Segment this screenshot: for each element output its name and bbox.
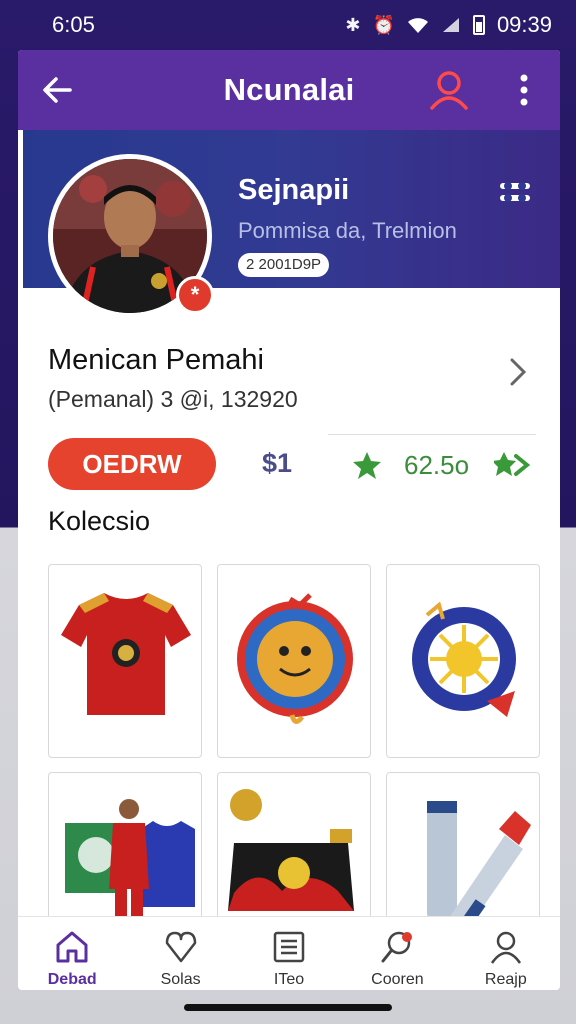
sun-emblem-image (412, 601, 516, 717)
order-button[interactable]: OEDRW (48, 438, 216, 490)
list-icon (273, 931, 305, 963)
nav-label-favorites: Solas (160, 971, 201, 988)
nav-item-home[interactable]: Debad (18, 917, 126, 990)
chevron-right-icon[interactable] (506, 354, 530, 390)
wifi-icon (407, 18, 428, 33)
collection-item-badge-medal[interactable] (217, 564, 371, 758)
status-bar: 6:05 ✱ ⏰ 09:39 (0, 0, 576, 50)
collection-title: Kolecsio (48, 506, 151, 536)
alarm-icon: ⏰ (372, 14, 395, 35)
nav-label-list: ITeo (273, 971, 305, 988)
status-icons: ✱ ⏰ 09:39 (345, 12, 552, 38)
divider (328, 434, 536, 435)
heart-icon (165, 931, 196, 963)
signal-icon (442, 18, 459, 32)
nav-item-favorites[interactable]: Solas (126, 917, 234, 990)
seller-meta: (Pemanal) 3 @i, 132920 (48, 386, 298, 412)
product-card: Ncunalai * Sejnapii Pommisa da, Trelmion… (18, 50, 560, 990)
home-icon (56, 931, 88, 963)
bottom-nav: Debad Solas ITeo Cooren Reajp (18, 916, 560, 990)
nav-label-profile: Reajp (484, 971, 527, 988)
nav-item-search[interactable]: Cooren (343, 917, 451, 990)
status-time: 6:05 (52, 12, 95, 37)
nav-item-profile[interactable]: Reajp (452, 917, 560, 990)
seller-name[interactable]: Menican Pemahi (48, 344, 264, 377)
options-icon[interactable] (498, 180, 532, 206)
hero-subtitle: Pommisa da, Trelmion (238, 218, 457, 243)
star-arrow-icon[interactable] (494, 450, 530, 480)
app-bar: Ncunalai (18, 50, 560, 130)
profile-icon[interactable] (428, 68, 470, 112)
collection-item-sun-emblem[interactable] (386, 564, 540, 758)
person-icon (490, 931, 521, 964)
bluetooth-icon: ✱ (345, 14, 361, 35)
nav-label-search: Cooren (371, 971, 424, 988)
nav-item-list[interactable]: ITeo (235, 917, 343, 990)
search-icon (381, 931, 413, 963)
more-vertical-icon[interactable] (514, 72, 534, 108)
hero-chip: 2 2001D9P (238, 253, 330, 277)
app-title: Ncunalai (223, 72, 355, 107)
avatar-badge-icon: * (176, 276, 214, 314)
home-indicator[interactable] (184, 1004, 392, 1011)
rating-value: 62.5o (404, 450, 470, 480)
nav-label-home: Debad (47, 971, 97, 988)
star-icon (353, 452, 381, 479)
red-jersey-image (61, 593, 191, 715)
hero-name: Sejnapii (238, 174, 350, 206)
badge-medal-image (237, 593, 353, 724)
battery-icon (472, 15, 485, 35)
collection-item-red-jersey[interactable] (48, 564, 202, 758)
back-arrow-icon[interactable] (40, 72, 76, 108)
price: $1 (262, 448, 293, 478)
status-clock-right: 09:39 (496, 12, 552, 37)
